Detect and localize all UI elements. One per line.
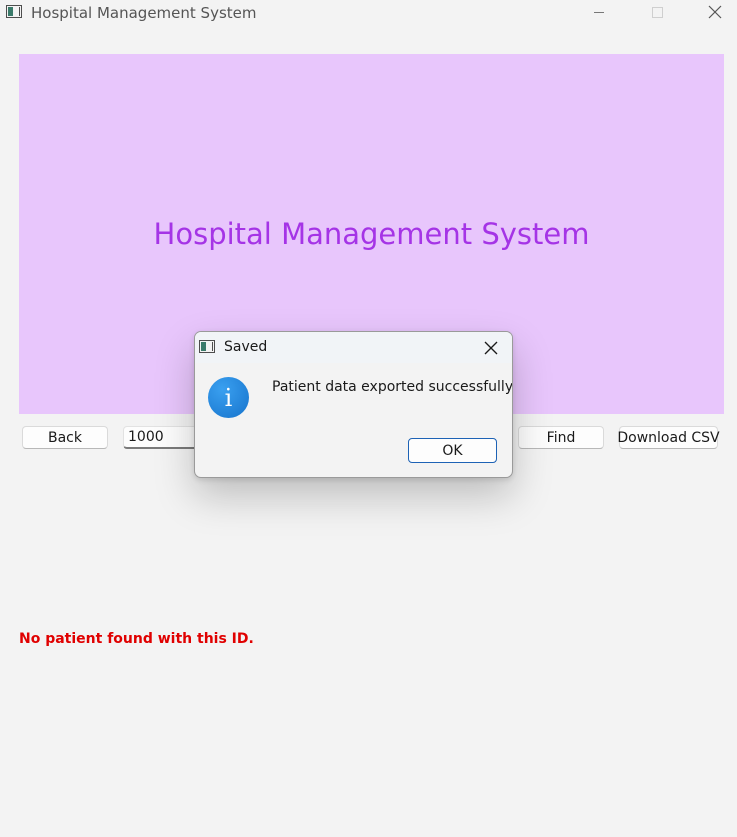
dialog-app-icon — [199, 340, 215, 353]
close-icon — [708, 5, 722, 19]
banner-title: Hospital Management System — [153, 217, 590, 251]
minimize-icon — [594, 11, 604, 13]
minimize-button[interactable] — [576, 0, 622, 28]
maximize-icon — [651, 6, 663, 18]
main-window: Hospital Management System Hospital Mana… — [0, 0, 737, 837]
find-button[interactable]: Find — [518, 426, 604, 449]
dialog-close-button[interactable] — [477, 336, 505, 360]
dialog-title: Saved — [224, 339, 268, 355]
ok-button[interactable]: OK — [408, 438, 497, 463]
info-icon: i — [208, 377, 249, 418]
download-csv-button[interactable]: Download CSV — [617, 426, 720, 449]
dialog-title-bar: Saved — [195, 332, 512, 363]
error-message: No patient found with this ID. — [19, 631, 254, 647]
title-bar: Hospital Management System — [0, 0, 737, 28]
saved-dialog: Saved i Patient data exported successful… — [194, 331, 513, 478]
close-button[interactable] — [692, 0, 737, 28]
window-title: Hospital Management System — [31, 4, 257, 22]
maximize-button[interactable] — [634, 0, 680, 28]
app-window-icon — [6, 5, 22, 18]
close-icon — [484, 341, 498, 355]
patient-id-input[interactable]: 1000 — [123, 426, 203, 449]
dialog-message: Patient data exported successfully. — [272, 379, 513, 395]
back-button[interactable]: Back — [22, 426, 108, 449]
